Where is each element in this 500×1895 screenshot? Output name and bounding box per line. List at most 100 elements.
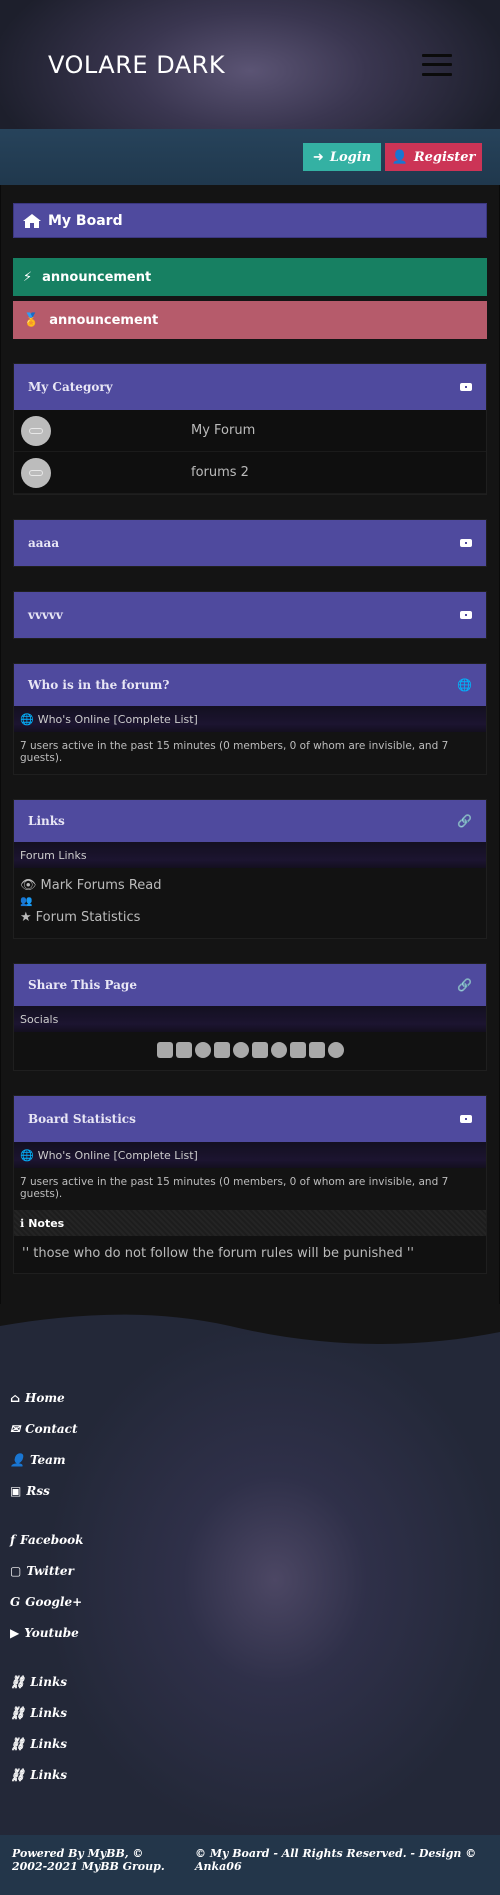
notes-label: Notes: [28, 1216, 65, 1230]
members-link[interactable]: 👥: [14, 895, 486, 907]
link-icon: ⛓: [10, 1674, 26, 1689]
footer-link[interactable]: ⛓ Links: [10, 1728, 67, 1759]
share-panel: Share This Page 🔗 Socials: [13, 963, 487, 1071]
category-title[interactable]: vvvvv: [28, 608, 63, 622]
envelope-icon: ✉: [10, 1421, 21, 1436]
who-online-panel: Who is in the forum? 🌐 🌐 Who's Online [C…: [13, 663, 487, 775]
blogger-icon[interactable]: [289, 1042, 306, 1058]
panel-title: Links: [28, 814, 65, 828]
footer-link-twitter[interactable]: ▢ Twitter: [10, 1555, 83, 1586]
footer-link-rss[interactable]: ▣ Rss: [10, 1475, 78, 1506]
forum-row: My Forum: [14, 410, 486, 452]
users-icon: 👥: [20, 895, 33, 907]
footer-link-facebook[interactable]: f Facebook: [10, 1524, 83, 1555]
footer-wave: [0, 1304, 500, 1345]
notes-text: '' those who do not follow the forum rul…: [14, 1236, 486, 1273]
who-online-label: Who's Online [Complete List]: [37, 712, 198, 726]
link-icon: ⛓: [10, 1736, 26, 1751]
forum-status-icon: [21, 415, 51, 446]
panel-title: Who is in the forum?: [28, 678, 170, 692]
pinterest-icon[interactable]: [327, 1042, 344, 1058]
collapse-toggle-icon[interactable]: [460, 383, 472, 391]
link-icon[interactable]: 🔗: [457, 978, 472, 992]
globe-icon: 🌐: [20, 712, 34, 726]
announcement-bar[interactable]: ⚡ announcement: [13, 258, 487, 296]
footer-link-google[interactable]: G Google+: [10, 1586, 83, 1617]
facebook-icon[interactable]: [175, 1042, 192, 1058]
category-header: vvvvv: [14, 592, 486, 638]
who-online-link[interactable]: 🌐 Who's Online [Complete List]: [14, 706, 486, 732]
panel-header: Links 🔗: [14, 800, 486, 842]
forum-statistics-link[interactable]: ★ Forum Statistics: [14, 906, 486, 928]
panel-header: Share This Page 🔗: [14, 964, 486, 1006]
rss-icon: ▣: [10, 1483, 22, 1498]
collapse-toggle-icon[interactable]: [460, 1115, 472, 1123]
category-panel: vvvvv: [13, 591, 487, 639]
whatsapp-icon[interactable]: [270, 1042, 287, 1058]
site-title[interactable]: VOLARE DARK: [48, 51, 225, 79]
user-plus-icon: 👤: [391, 149, 408, 164]
twitter-icon[interactable]: [156, 1042, 173, 1058]
mark-read-link[interactable]: 👁 Mark Forums Read: [14, 874, 486, 896]
sign-in-icon: ➜: [312, 149, 324, 164]
register-button[interactable]: 👤 Register: [385, 143, 482, 171]
menu-icon[interactable]: [422, 53, 452, 76]
who-online-link[interactable]: 🌐 Who's Online [Complete List]: [14, 1142, 486, 1168]
auth-bar: ➜ Login 👤 Register: [0, 129, 500, 185]
link-label: Mark Forums Read: [40, 877, 162, 893]
footer-link-team[interactable]: 👤 Team: [10, 1444, 78, 1475]
site-header: VOLARE DARK: [0, 0, 500, 129]
forum-row: forums 2: [14, 452, 486, 494]
footer-links: ⛓ Links ⛓ Links ⛓ Links ⛓ Links: [10, 1666, 67, 1790]
panel-header: Who is in the forum? 🌐: [14, 664, 486, 706]
globe-icon: 🌐: [20, 1148, 34, 1162]
breadcrumb[interactable]: My Board: [13, 203, 487, 238]
category-title[interactable]: My Category: [28, 380, 113, 394]
category-panel: aaaa: [13, 519, 487, 567]
collapse-toggle-icon[interactable]: [460, 611, 472, 619]
board-title: My Board: [48, 212, 123, 229]
copyright-bar: Powered By MyBB, © 2002-2021 MyBB Group.…: [0, 1835, 500, 1895]
subheader: Socials: [14, 1006, 486, 1032]
panel-header: Board Statistics: [14, 1096, 486, 1142]
footer-link[interactable]: ⛓ Links: [10, 1759, 67, 1790]
board-statistics-panel: Board Statistics 🌐 Who's Online [Complet…: [13, 1095, 487, 1274]
login-button[interactable]: ➜ Login: [303, 143, 381, 171]
panel-title: Board Statistics: [28, 1112, 136, 1126]
instagram-icon[interactable]: [251, 1042, 268, 1058]
forum-link[interactable]: My Forum: [191, 423, 255, 438]
footer-link-youtube[interactable]: ▶ Youtube: [10, 1617, 83, 1648]
user-icon: 👤: [10, 1452, 25, 1467]
main-content: My Board ⚡ announcement 🏅 announcement M…: [0, 185, 500, 1304]
youtube-icon: ▶: [10, 1625, 20, 1640]
link-label: Forum Statistics: [35, 909, 141, 925]
twitter-icon: ▢: [10, 1563, 22, 1578]
reddit-icon[interactable]: [232, 1042, 249, 1058]
category-header: aaaa: [14, 520, 486, 566]
category-panel: My Category My Forum forums 2: [13, 363, 487, 495]
category-header: My Category: [14, 364, 486, 410]
online-summary: 7 users active in the past 15 minutes (0…: [14, 732, 486, 774]
link-icon: ⛓: [10, 1767, 26, 1782]
category-title[interactable]: aaaa: [28, 536, 59, 550]
footer-link[interactable]: ⛓ Links: [10, 1666, 67, 1697]
google-icon[interactable]: [194, 1042, 211, 1058]
footer-link-home[interactable]: ⌂ Home: [10, 1382, 78, 1413]
forum-link[interactable]: forums 2: [191, 465, 249, 480]
social-icons: [14, 1032, 486, 1070]
subheader: Forum Links: [14, 842, 486, 868]
collapse-toggle-icon[interactable]: [460, 539, 472, 547]
footer-link[interactable]: ⛓ Links: [10, 1697, 67, 1728]
youtube-icon[interactable]: [213, 1042, 230, 1058]
eye-icon: 👁: [20, 877, 37, 893]
twitch-icon[interactable]: [308, 1042, 325, 1058]
announcement-bar[interactable]: 🏅 announcement: [13, 301, 487, 339]
link-icon: ⛓: [10, 1705, 26, 1720]
footer-link-contact[interactable]: ✉ Contact: [10, 1413, 78, 1444]
link-icon[interactable]: 🔗: [457, 814, 472, 828]
notes-header: ℹ Notes: [14, 1210, 486, 1236]
globe-icon[interactable]: 🌐: [457, 678, 472, 692]
login-label: Login: [329, 149, 372, 165]
powered-by[interactable]: Powered By MyBB, © 2002-2021 MyBB Group.: [12, 1847, 171, 1883]
award-icon: 🏅: [23, 312, 40, 328]
